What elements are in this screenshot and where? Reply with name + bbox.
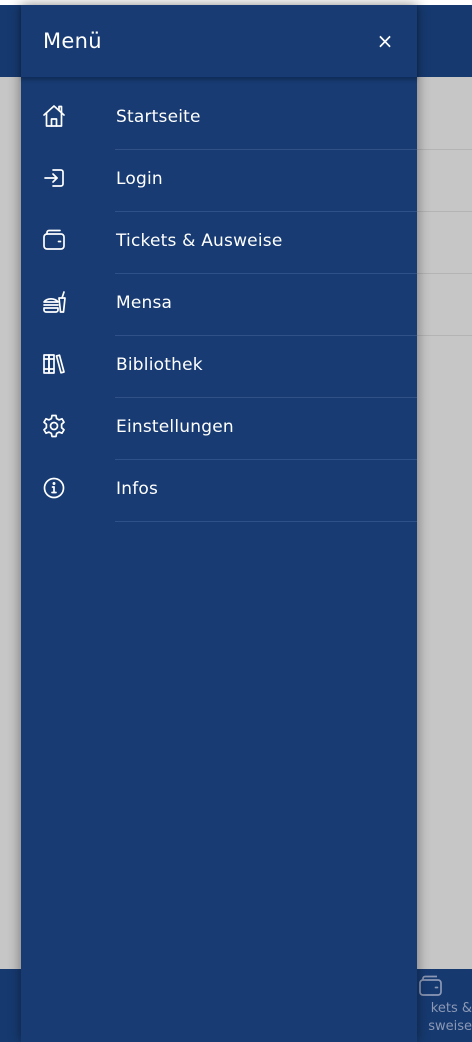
food-icon <box>43 291 66 313</box>
menu-item-tickets[interactable]: Tickets & Ausweise <box>21 212 417 274</box>
library-icon <box>43 354 65 374</box>
home-icon <box>43 105 65 127</box>
info-icon <box>43 477 65 499</box>
wallet-icon <box>43 229 65 250</box>
menu-item-label: Startseite <box>116 107 201 127</box>
divider <box>115 521 417 522</box>
content-divider <box>417 335 472 336</box>
drawer-header: Menü × <box>21 5 417 78</box>
login-icon <box>44 169 64 187</box>
content-divider <box>417 149 472 150</box>
menu-item-label: Mensa <box>116 293 173 313</box>
drawer-title: Menü <box>43 29 102 53</box>
content-divider <box>417 273 472 274</box>
menu-item-infos[interactable]: Infos <box>21 460 417 522</box>
menu-item-login[interactable]: Login <box>21 150 417 212</box>
bottom-tab-tickets[interactable]: kets & sweise <box>414 969 472 1042</box>
navigation-drawer: Menü × Startseite Login Tickets & Auswei… <box>21 5 417 1042</box>
content-divider <box>417 211 472 212</box>
menu-item-label: Tickets & Ausweise <box>116 231 283 251</box>
bottom-tab-tickets-label: kets & sweise <box>428 1001 472 1034</box>
menu-item-bibliothek[interactable]: Bibliothek <box>21 336 417 398</box>
gear-icon <box>43 414 65 438</box>
menu-list: Startseite Login Tickets & Ausweise Mens… <box>21 78 417 522</box>
menu-item-einstellungen[interactable]: Einstellungen <box>21 398 417 460</box>
screen: kets & sweise Menü × Startseite Login Ti… <box>0 0 472 1042</box>
menu-item-startseite[interactable]: Startseite <box>21 88 417 150</box>
wallet-icon <box>419 975 442 996</box>
menu-item-label: Bibliothek <box>116 355 203 375</box>
menu-item-label: Infos <box>116 479 159 499</box>
menu-item-label: Login <box>116 169 163 189</box>
close-icon[interactable]: × <box>373 29 397 53</box>
menu-item-label: Einstellungen <box>116 417 234 437</box>
menu-item-mensa[interactable]: Mensa <box>21 274 417 336</box>
